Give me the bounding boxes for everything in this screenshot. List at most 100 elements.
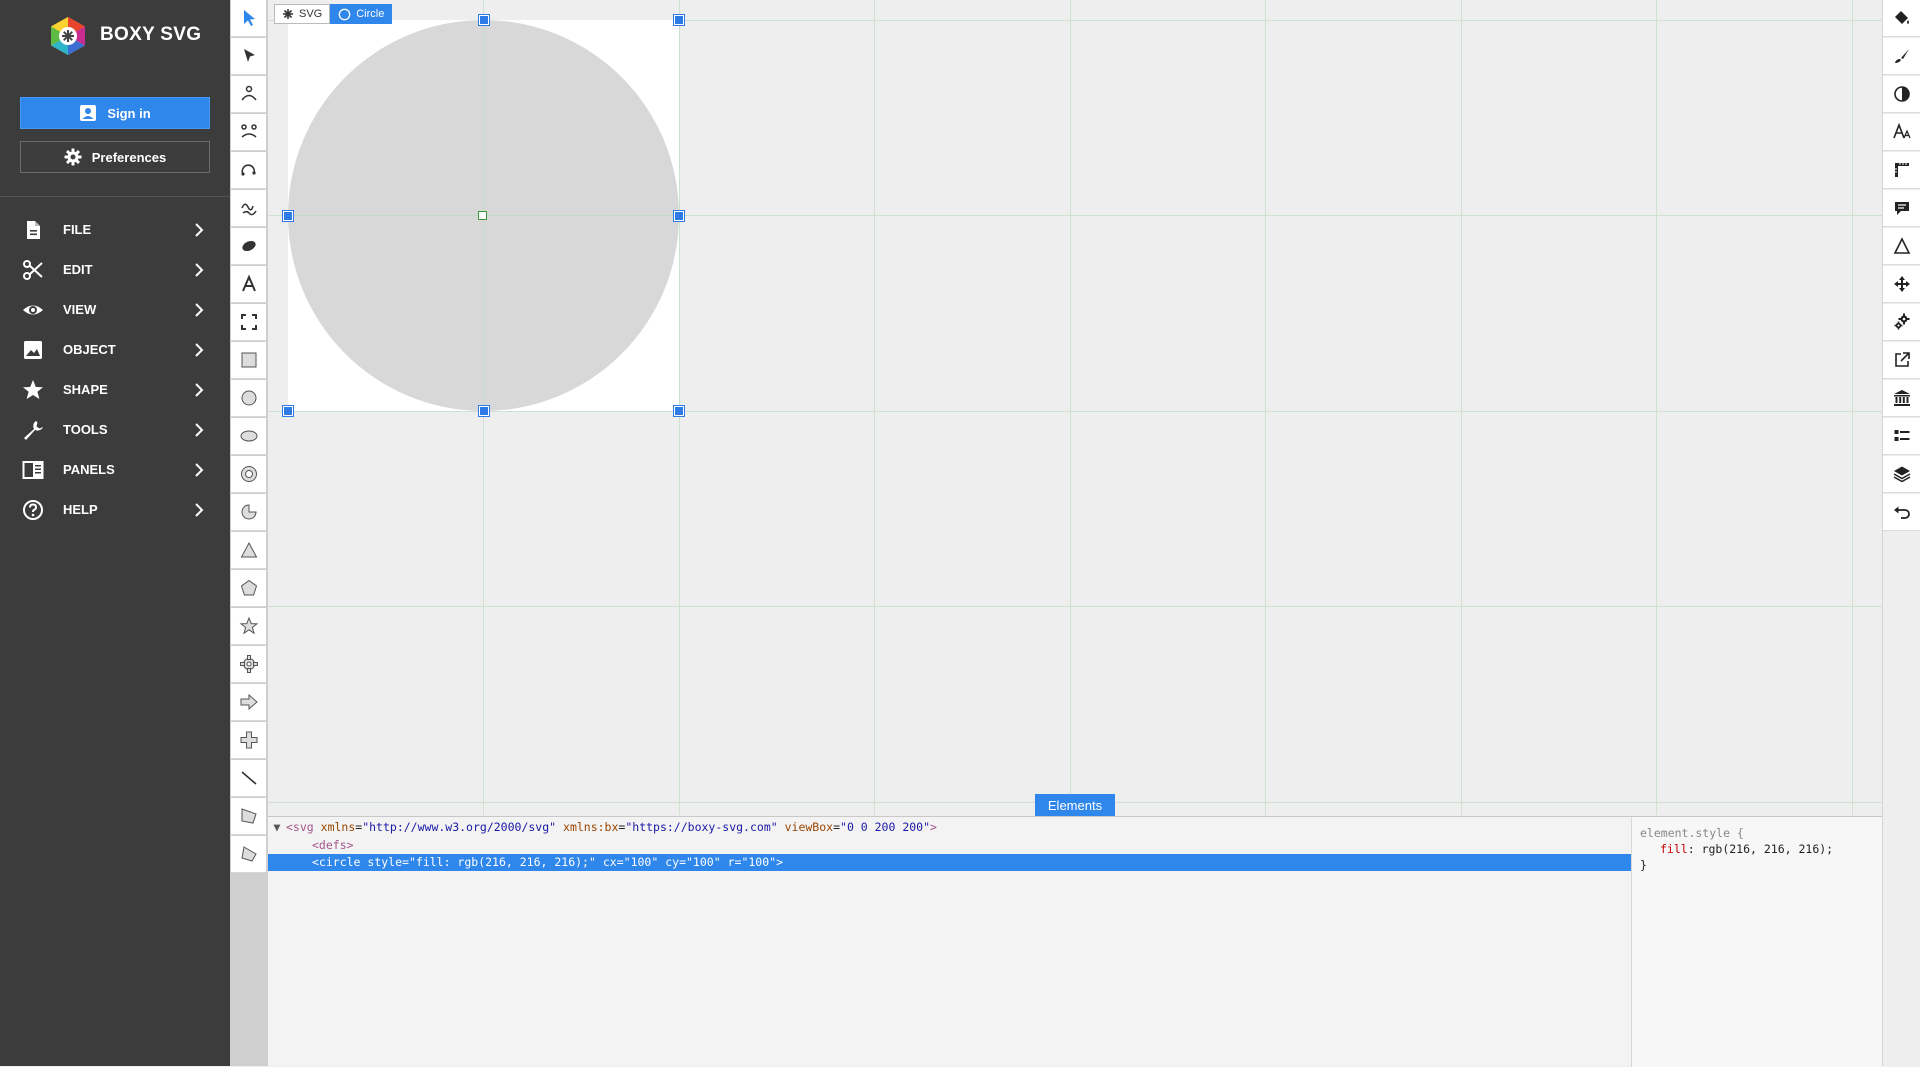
history-panel-button[interactable] bbox=[1883, 494, 1920, 531]
attr-value: "0 0 200 200" bbox=[840, 820, 931, 834]
menu-panels[interactable]: PANELS bbox=[0, 450, 230, 490]
line-tool-button[interactable] bbox=[231, 760, 266, 797]
collapse-triangle-icon[interactable]: ▼ bbox=[268, 819, 286, 836]
dom-tree: ▼ <svg xmlns="http://www.w3.org/2000/svg"… bbox=[268, 817, 1631, 1067]
arc-tool-button[interactable] bbox=[231, 152, 266, 189]
pie-tool-button[interactable] bbox=[231, 494, 266, 531]
freehand-tool-button[interactable] bbox=[231, 190, 266, 227]
geometry-panel-button[interactable] bbox=[1883, 228, 1920, 265]
typography-panel-button[interactable] bbox=[1883, 114, 1920, 151]
menu-object-label: OBJECT bbox=[63, 342, 116, 357]
breadcrumb-circle[interactable]: Circle bbox=[330, 4, 393, 24]
cross-tool-button[interactable] bbox=[231, 722, 266, 759]
menu-help-label: HELP bbox=[63, 502, 98, 517]
edit-tool-button[interactable] bbox=[231, 38, 266, 75]
rotation-center-handle[interactable] bbox=[478, 211, 487, 220]
star-tool-button[interactable] bbox=[231, 608, 266, 645]
defs-panel-button[interactable] bbox=[1883, 304, 1920, 341]
cross-tool-icon bbox=[240, 731, 257, 749]
library-panel-button[interactable] bbox=[1883, 380, 1920, 417]
polyline-tool-button[interactable] bbox=[231, 798, 266, 835]
transform-tool-button[interactable] bbox=[231, 0, 266, 37]
circle-tool-icon bbox=[241, 390, 256, 406]
menu-file-label: FILE bbox=[63, 222, 92, 237]
user-icon bbox=[80, 105, 97, 121]
style-declaration[interactable]: fill: rgb(216, 216, 216); bbox=[1660, 841, 1833, 858]
arrow-tool-button[interactable] bbox=[231, 684, 266, 721]
menu-tools-label: TOOLS bbox=[63, 422, 108, 437]
preferences-button[interactable]: Preferences bbox=[20, 141, 210, 173]
boxy-svg-logo bbox=[51, 17, 85, 55]
breadcrumb-svg[interactable]: SVG bbox=[274, 4, 331, 24]
menu-object[interactable]: OBJECT bbox=[0, 330, 230, 370]
transform-panel-button[interactable] bbox=[1883, 266, 1920, 303]
resize-handle-right[interactable] bbox=[674, 211, 684, 221]
ring-tool-icon bbox=[240, 466, 257, 482]
style-property: fill bbox=[1660, 842, 1688, 856]
geometry-icon bbox=[1893, 237, 1910, 254]
rulers-panel-button[interactable] bbox=[1883, 152, 1920, 189]
ellipse-tool-button[interactable] bbox=[231, 418, 266, 455]
text-tool-icon bbox=[241, 274, 256, 292]
grid-line bbox=[1265, 0, 1266, 815]
layers-icon bbox=[1893, 466, 1910, 483]
elements-panel-tab[interactable]: Elements bbox=[1035, 794, 1115, 816]
tag-close: > bbox=[930, 820, 937, 834]
dom-node-circle[interactable]: <circle style="fill: rgb(216, 216, 216);… bbox=[268, 854, 1631, 871]
resize-handle-bottom-right[interactable] bbox=[674, 406, 684, 416]
objects-panel-button[interactable] bbox=[1883, 418, 1920, 455]
menu-help[interactable]: HELP bbox=[0, 490, 230, 530]
resize-handle-left[interactable] bbox=[283, 211, 293, 221]
star-icon bbox=[23, 380, 43, 399]
comments-panel-button[interactable] bbox=[1883, 190, 1920, 227]
circle-tool-button[interactable] bbox=[231, 380, 266, 417]
export-panel-button[interactable] bbox=[1883, 342, 1920, 379]
resize-handle-top[interactable] bbox=[479, 15, 489, 25]
dom-node-svg[interactable]: ▼ <svg xmlns="http://www.w3.org/2000/svg"… bbox=[268, 819, 1631, 836]
sign-in-button[interactable]: Sign in bbox=[20, 97, 210, 129]
attr-value: "https://boxy-svg.com" bbox=[625, 820, 778, 834]
crop-tool-button[interactable] bbox=[231, 304, 266, 341]
line-tool-icon bbox=[240, 771, 257, 785]
stroke-brush-icon bbox=[1894, 49, 1909, 63]
resize-handle-top-right[interactable] bbox=[674, 15, 684, 25]
comment-icon bbox=[1894, 202, 1909, 215]
menu-file[interactable]: FILE bbox=[0, 210, 230, 250]
menu-view-label: VIEW bbox=[63, 302, 97, 317]
sidebar-divider bbox=[0, 196, 230, 197]
layers-panel-button[interactable] bbox=[1883, 456, 1920, 493]
ring-tool-button[interactable] bbox=[231, 456, 266, 493]
resize-handle-bottom[interactable] bbox=[479, 406, 489, 416]
resize-handle-bottom-left[interactable] bbox=[283, 406, 293, 416]
fill-panel-button[interactable] bbox=[1883, 0, 1920, 37]
menu-tools[interactable]: TOOLS bbox=[0, 410, 230, 450]
drawing-canvas[interactable]: SVG Circle bbox=[268, 0, 1882, 815]
grid-line bbox=[874, 0, 875, 815]
attr-name: cy bbox=[665, 855, 680, 869]
elements-panel: ▼ <svg xmlns="http://www.w3.org/2000/svg"… bbox=[268, 816, 1882, 1067]
freehand-tool-icon bbox=[240, 203, 257, 216]
panels-icon bbox=[22, 461, 44, 479]
edit-tool-icon bbox=[243, 49, 255, 62]
menu-shape[interactable]: SHAPE bbox=[0, 370, 230, 410]
gear-tool-button[interactable] bbox=[231, 646, 266, 683]
bezier-tool-button[interactable] bbox=[231, 76, 266, 113]
arrow-tool-icon bbox=[240, 693, 258, 711]
compositing-panel-button[interactable] bbox=[1883, 76, 1920, 113]
blob-brush-tool-button[interactable] bbox=[231, 228, 266, 265]
stroke-panel-button[interactable] bbox=[1883, 38, 1920, 75]
menu-view[interactable]: VIEW bbox=[0, 290, 230, 330]
menu-edit[interactable]: EDIT bbox=[0, 250, 230, 290]
defs-icon bbox=[1894, 313, 1909, 330]
objects-list-icon bbox=[1894, 430, 1909, 441]
text-tool-button[interactable] bbox=[231, 266, 266, 303]
breadcrumb-svg-label: SVG bbox=[299, 8, 323, 20]
ruler-icon bbox=[1894, 163, 1909, 177]
rectangle-tool-button[interactable] bbox=[231, 342, 266, 379]
dom-node-defs[interactable]: <defs> bbox=[268, 837, 1631, 854]
polygon-path-tool-button[interactable] bbox=[231, 836, 266, 873]
rectangle-tool-icon bbox=[241, 352, 256, 368]
polygon-tool-button[interactable] bbox=[231, 570, 266, 607]
pen-tool-button[interactable] bbox=[231, 114, 266, 151]
triangle-tool-button[interactable] bbox=[231, 532, 266, 569]
